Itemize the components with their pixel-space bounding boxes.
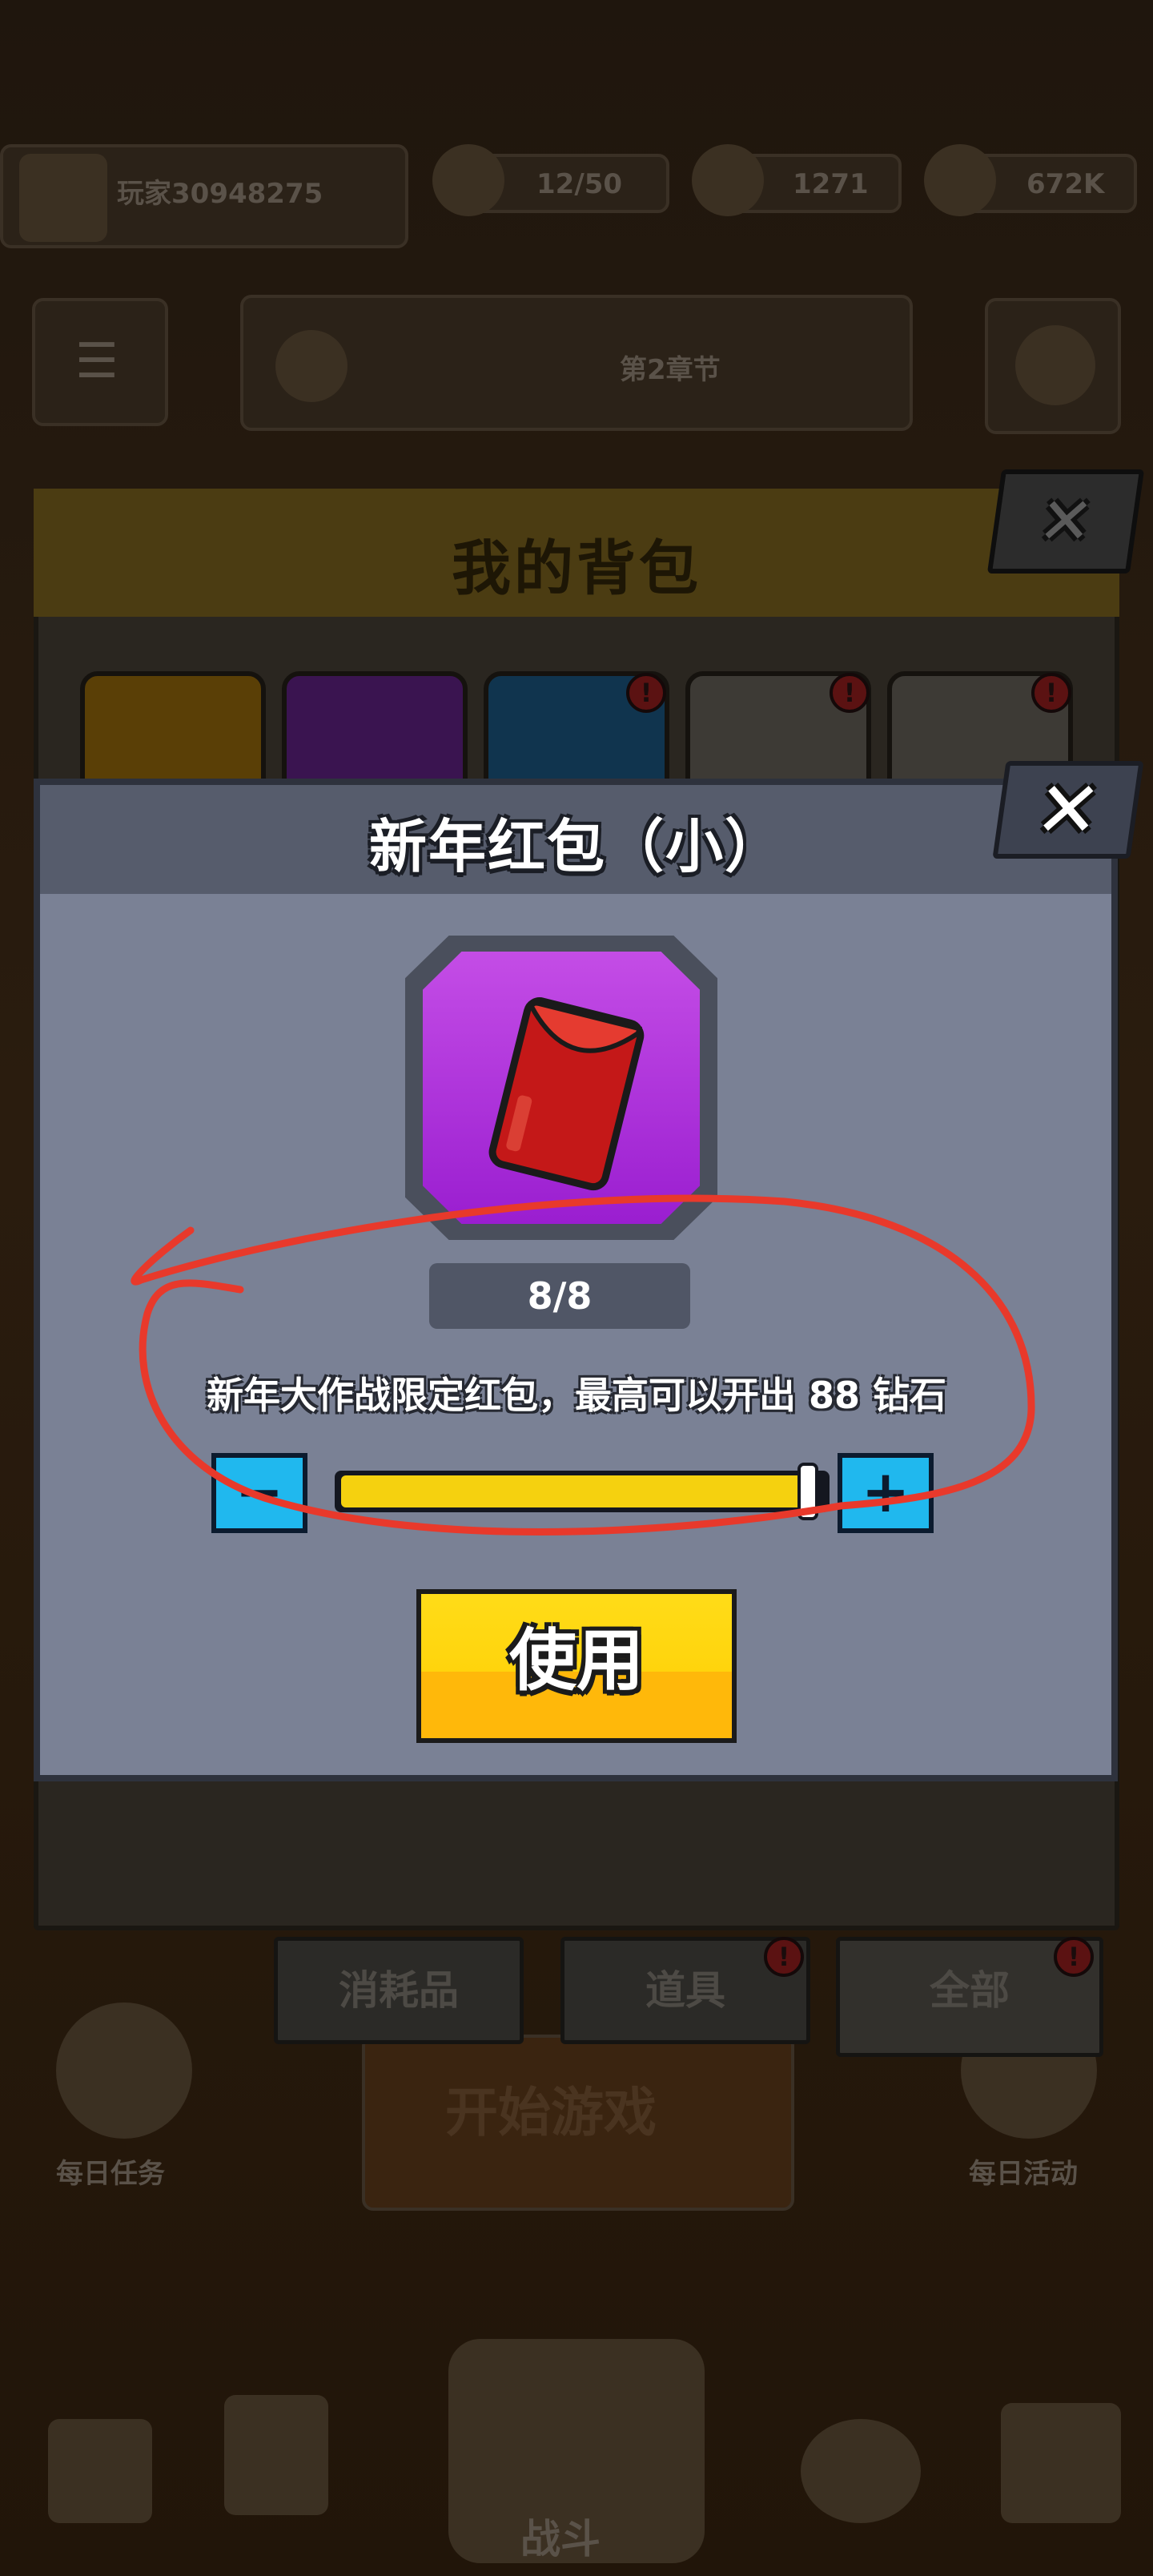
battle-label: 战斗 [520,2516,601,2562]
quantity-slider-fill [341,1475,809,1507]
trophy-button[interactable] [985,298,1121,434]
gem-icon [692,144,764,216]
close-icon: ✕ [1029,765,1107,855]
gem-value: 1271 [793,168,869,200]
backpack-close-button[interactable]: ✕ [986,469,1145,574]
avatar [19,154,107,242]
energy-value: 12/50 [536,168,623,200]
stage-level-icon [275,330,348,402]
item-description: 新年大作战限定红包，最高可以开出 88 钻石 [206,1374,947,1417]
player-name: 玩家30948275 [117,178,323,210]
stage-progress[interactable]: 第2章节 [240,295,913,431]
daily-event-label: 每日活动 [969,2158,1078,2190]
increase-button[interactable]: + [838,1453,934,1533]
start-game-label: 开始游戏 [445,2082,657,2143]
player-info: 玩家30948275 [0,144,408,248]
menu-icon: ☰ [75,333,119,389]
close-icon: ✕ [1034,484,1099,558]
coin-icon [924,144,996,216]
backpack-title: 我的背包 [452,534,701,603]
dialog-title: 新年红包（小） [368,813,784,880]
alert-badge: ! [1031,673,1071,713]
coin-value: 672K [1026,168,1105,200]
quantity-slider-handle[interactable] [797,1463,818,1520]
daily-task-label: 每日任务 [56,2158,165,2190]
stage-info: 第2章节 [620,354,721,386]
nav-shop-icon[interactable] [48,2419,152,2523]
nav-locked-icon[interactable] [1001,2403,1121,2523]
start-game-button[interactable]: 开始游戏 [362,2035,794,2211]
daily-task-icon[interactable] [56,2002,192,2139]
nav-calendar-icon[interactable] [224,2395,328,2515]
item-count: 8/8 [429,1263,690,1329]
dialog-close-button[interactable]: ✕ [992,761,1144,859]
red-envelope-icon [488,997,645,1191]
menu-button[interactable]: ☰ [32,298,168,426]
energy-icon [432,144,504,216]
alert-badge: ! [830,673,870,713]
decrease-button[interactable]: − [211,1453,307,1533]
tab-consumables[interactable]: 消耗品 [274,1937,524,2044]
alert-badge: ! [764,1937,804,1977]
nav-team-icon[interactable] [801,2419,921,2523]
alert-badge: ! [1054,1937,1094,1977]
alert-badge: ! [626,673,666,713]
shield-icon [1015,325,1095,405]
use-button-label: 使用 [508,1621,644,1700]
